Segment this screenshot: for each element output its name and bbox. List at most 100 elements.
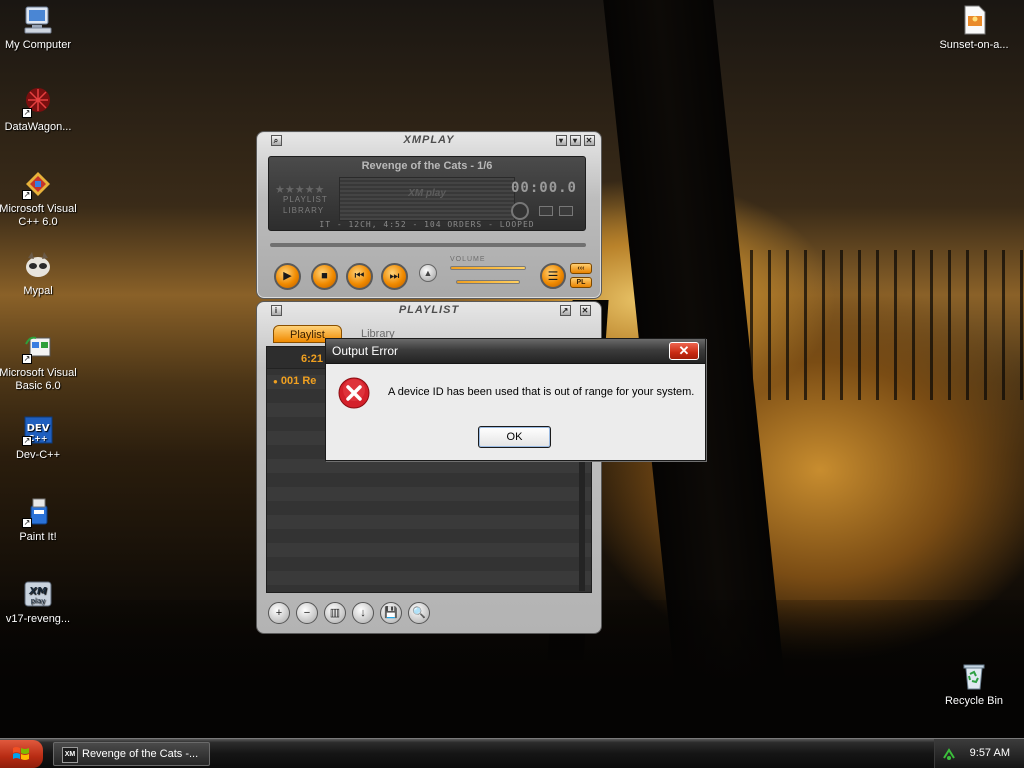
shortcut-arrow-icon: ↗	[22, 354, 32, 364]
move-down-button[interactable]: ↓	[352, 602, 374, 624]
power-knob-icon[interactable]	[511, 202, 529, 220]
xmplay-vis-logo: XM play	[408, 188, 446, 199]
desktop-icon-devcpp[interactable]: DEV C++ ↗ Dev-C++	[0, 414, 80, 462]
track-info: IT - 12CH, 4:52 - 104 ORDERS - LOOPED	[319, 220, 535, 229]
recycle-bin-icon	[958, 660, 990, 692]
ok-button[interactable]: OK	[478, 426, 551, 448]
list-item-label: 001 Re	[280, 375, 317, 387]
datawagon-icon: ↗	[22, 86, 54, 118]
taskbar-item-xmplay[interactable]: XM Revenge of the Cats -...	[53, 742, 210, 766]
volume-label: VOLUME	[450, 256, 486, 263]
taskbar: XM Revenge of the Cats -... 9:57 AM	[0, 738, 1024, 768]
shortcut-arrow-icon: ↗	[22, 436, 32, 446]
xmplay-shade-button[interactable]: ▾	[570, 135, 581, 146]
paint-icon: ↗	[22, 496, 54, 528]
svg-text:XM: XM	[28, 586, 47, 597]
start-button[interactable]	[0, 740, 43, 768]
now-playing-icon: ●	[273, 377, 278, 386]
desktop-icon-label: Dev-C++	[15, 449, 61, 461]
time-display[interactable]: 00:00.0	[511, 180, 577, 196]
mypal-icon	[22, 250, 54, 282]
seek-bar[interactable]	[270, 243, 586, 247]
xmplay-main-window[interactable]: ⌕ XMPLAY ▾ ▾ ✕ Revenge of the Cats - 1/6…	[256, 131, 602, 299]
list-item[interactable]: ● 001 Re	[273, 375, 316, 387]
desktop-icon-label: Microsoft Visual C++ 6.0	[0, 203, 77, 228]
desktop-icon-label: Paint It!	[19, 531, 57, 543]
desktop-icon-label: Microsoft Visual Basic 6.0	[0, 367, 77, 392]
previous-button[interactable]: ⏮	[346, 263, 373, 290]
clock[interactable]: 9:57 AM	[970, 747, 1010, 759]
menu-button[interactable]: ☰	[540, 263, 566, 289]
desktop-icon-label: My Computer	[4, 39, 72, 51]
remove-button[interactable]: −	[296, 602, 318, 624]
xmplay-display: Revenge of the Cats - 1/6 ★★★★★ XM play …	[268, 156, 586, 231]
desktop-icon-recycle-bin[interactable]: Recycle Bin	[932, 660, 1016, 708]
save-button[interactable]: 💾	[380, 602, 402, 624]
desktop-icon-visual-cpp[interactable]: ↗ Microsoft Visual C++ 6.0	[0, 168, 80, 229]
desktop-icon-xmplay-file[interactable]: XM play v17-reveng...	[0, 578, 80, 626]
eject-button[interactable]: ▲	[419, 264, 437, 282]
visual-cpp-icon: ↗	[22, 168, 54, 200]
dialog-titlebar[interactable]: Output Error ✕	[326, 339, 705, 364]
playlist-title: PLAYLIST	[398, 304, 460, 316]
xmplay-file-icon: XM play	[22, 578, 54, 610]
play-button[interactable]: ▶	[274, 263, 301, 290]
desktop-icon-label: v17-reveng...	[5, 613, 71, 625]
network-icon[interactable]	[941, 746, 957, 762]
sort-button[interactable]: ▥	[324, 602, 346, 624]
windows-logo-icon	[13, 747, 29, 760]
desktop-icon-datawagon[interactable]: ↗ DataWagon...	[0, 86, 80, 134]
desktop-icon-label: Recycle Bin	[944, 695, 1004, 707]
playlist-total-time: 6:21	[301, 353, 324, 365]
output-error-dialog[interactable]: Output Error ✕ A device ID has been used…	[325, 338, 706, 461]
add-button[interactable]: +	[268, 602, 290, 624]
xmplay-app-icon: XM	[62, 747, 78, 763]
desktop-icon-sunset-file[interactable]: Sunset-on-a...	[932, 4, 1016, 52]
image-file-icon	[958, 4, 990, 36]
next-button[interactable]: ⏭	[381, 263, 408, 290]
svg-text:DEV: DEV	[27, 423, 50, 434]
desktop-icon-my-computer[interactable]: My Computer	[0, 4, 80, 52]
display-mode-icon[interactable]	[539, 206, 553, 216]
search-button[interactable]: 🔍	[408, 602, 430, 624]
devcpp-icon: DEV C++ ↗	[22, 414, 54, 446]
dialog-message: A device ID has been used that is out of…	[388, 386, 695, 398]
playlist-toggle-label[interactable]: PLAYLIST	[283, 195, 328, 204]
xmplay-title: XMPLAY	[403, 134, 455, 146]
visual-basic-icon: ↗	[22, 332, 54, 364]
desktop-icon-label: Sunset-on-a...	[939, 39, 1009, 51]
stop-button[interactable]: ■	[311, 263, 338, 290]
library-toggle-label[interactable]: LIBRARY	[283, 206, 324, 215]
xmplay-options-button[interactable]: ⌕	[271, 135, 282, 146]
playlist-info-button[interactable]: i	[271, 305, 282, 316]
shortcut-arrow-icon: ↗	[22, 190, 32, 200]
display-window-icon[interactable]	[559, 206, 573, 216]
xmplay-minimize-button[interactable]: ▾	[556, 135, 567, 146]
xmplay-close-button[interactable]: ✕	[584, 135, 595, 146]
dialog-title: Output Error	[332, 344, 399, 358]
shortcut-arrow-icon: ↗	[22, 518, 32, 528]
desktop-icon-paint-it[interactable]: ↗ Paint It!	[0, 496, 80, 544]
svg-text:play: play	[31, 597, 46, 605]
system-tray: 9:57 AM	[934, 739, 1024, 768]
close-icon[interactable]: ✕	[669, 342, 699, 360]
computer-icon	[22, 4, 54, 36]
loop-toggle-button[interactable]: ‹‹‹	[570, 263, 592, 274]
playlist-resize-button[interactable]: ↗	[560, 305, 571, 316]
wallpaper-trees	[750, 250, 1024, 400]
playlist-titlebar[interactable]: i PLAYLIST ↗ ✕	[257, 302, 601, 318]
volume-slider[interactable]	[450, 266, 526, 270]
playlist-close-button[interactable]: ✕	[580, 305, 591, 316]
balance-slider[interactable]	[456, 280, 520, 284]
desktop-icon-mypal[interactable]: Mypal	[0, 250, 80, 298]
error-icon	[338, 377, 370, 409]
desktop-icon-label: Mypal	[23, 285, 53, 297]
xmplay-titlebar[interactable]: ⌕ XMPLAY ▾ ▾ ✕	[257, 132, 601, 148]
taskbar-item-label: Revenge of the Cats -...	[82, 748, 199, 760]
visualisation-area[interactable]: XM play	[339, 177, 515, 221]
desktop-icon-label: DataWagon...	[4, 121, 72, 133]
shortcut-arrow-icon: ↗	[22, 108, 32, 118]
track-title: Revenge of the Cats - 1/6	[361, 160, 493, 172]
playlist-toggle-button[interactable]: PL	[570, 277, 592, 288]
desktop-icon-visual-basic[interactable]: ↗ Microsoft Visual Basic 6.0	[0, 332, 80, 393]
